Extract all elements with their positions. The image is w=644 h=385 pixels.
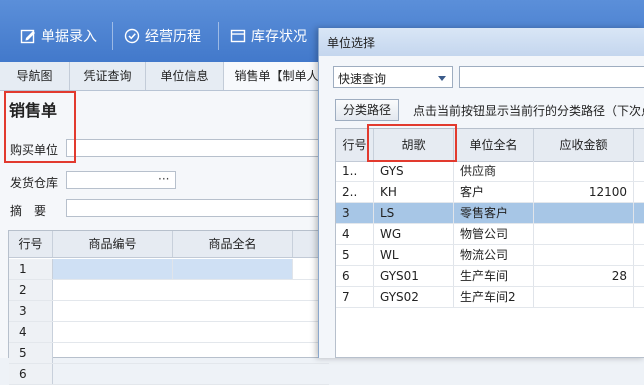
summary-label: 摘 要 xyxy=(10,204,47,218)
unit-name-cell: 零售客户 xyxy=(454,203,534,223)
search-input[interactable] xyxy=(459,66,644,88)
summary-field[interactable] xyxy=(66,199,330,217)
tab-voucher-query[interactable]: 凭证查询 xyxy=(70,62,146,90)
inventory-icon xyxy=(230,29,246,43)
unit-name-cell: 物管公司 xyxy=(454,224,534,244)
business-history-button[interactable]: 经营历程 xyxy=(124,24,201,48)
column-header-receivable[interactable]: 应收金额 xyxy=(534,129,634,161)
buyer-field[interactable] xyxy=(66,139,330,157)
product-grid: 行号 商品编号 商品全名 1 2 3 4 5 6 xyxy=(8,230,330,385)
unit-code-cell: WG xyxy=(374,224,454,244)
table-row[interactable]: 6 xyxy=(9,364,329,385)
table-row[interactable]: 1.. GYS 供应商 xyxy=(336,161,644,182)
unit-name-cell: 供应商 xyxy=(454,161,534,181)
toolbar-divider xyxy=(112,22,113,50)
column-header-product-code[interactable]: 商品编号 xyxy=(53,231,173,257)
row-number: 2.. xyxy=(336,182,374,202)
data-entry-button[interactable]: 单据录入 xyxy=(20,24,97,48)
receivable-cell xyxy=(534,224,634,244)
warehouse-label: 发货仓库 xyxy=(10,176,59,190)
tab-navigation[interactable]: 导航图 xyxy=(0,62,70,90)
table-row[interactable]: 4 WG 物管公司 xyxy=(336,224,644,245)
unit-grid: 行号 胡歌 单位全名 应收金额 1.. GYS 供应商 2.. KH 客户 12… xyxy=(335,128,644,358)
row-number: 1.. xyxy=(336,161,374,181)
receivable-cell xyxy=(534,161,634,181)
receivable-cell xyxy=(534,287,634,307)
inventory-status-label: 库存状况 xyxy=(251,29,307,45)
table-row[interactable]: 5 WL 物流公司 xyxy=(336,245,644,266)
row-number: 1 xyxy=(9,259,53,279)
tab-sales-order[interactable]: 销售单【制单人 xyxy=(224,62,330,90)
row-number: 5 xyxy=(336,245,374,265)
unit-select-dialog: 单位选择 快速查询 分类路径 点击当前按钮显示当前行的分类路径（下次点 行号 胡… xyxy=(318,28,644,358)
category-path-button[interactable]: 分类路径 xyxy=(335,99,399,121)
row-number: 4 xyxy=(336,224,374,244)
row-number: 3 xyxy=(336,203,374,223)
table-row[interactable]: 5 xyxy=(9,343,329,364)
table-row[interactable]: 2.. KH 客户 12100 xyxy=(336,182,644,203)
receivable-cell xyxy=(534,245,634,265)
row-number: 3 xyxy=(9,301,53,321)
unit-code-cell: WL xyxy=(374,245,454,265)
unit-code-cell: GYS01 xyxy=(374,266,454,286)
row-number: 6 xyxy=(336,266,374,286)
table-row[interactable]: 2 xyxy=(9,280,329,301)
table-row[interactable]: 7 GYS02 生产车间2 xyxy=(336,287,644,308)
table-row[interactable]: 4 xyxy=(9,322,329,343)
unit-code-cell: KH xyxy=(374,182,454,202)
product-name-cell[interactable] xyxy=(173,259,293,279)
row-number: 7 xyxy=(336,287,374,307)
unit-name-cell: 客户 xyxy=(454,182,534,202)
column-header-row-no[interactable]: 行号 xyxy=(9,231,53,257)
unit-name-cell: 生产车间 xyxy=(454,266,534,286)
dialog-title: 单位选择 xyxy=(327,36,376,50)
table-row[interactable]: 3 xyxy=(9,301,329,322)
toolbar-divider xyxy=(218,22,219,50)
warehouse-browse-button[interactable]: ··· xyxy=(158,172,169,186)
product-grid-header: 行号 商品编号 商品全名 xyxy=(9,231,329,258)
dialog-title-bar[interactable]: 单位选择 xyxy=(319,28,644,56)
row-number: 4 xyxy=(9,322,53,342)
table-row-selected[interactable]: 3 LS 零售客户 xyxy=(336,203,644,224)
category-path-hint: 点击当前按钮显示当前行的分类路径（下次点 xyxy=(413,104,644,118)
tab-unit-info[interactable]: 单位信息 xyxy=(146,62,224,90)
query-mode-value: 快速查询 xyxy=(338,72,387,86)
unit-name-cell: 生产车间2 xyxy=(454,287,534,307)
row-number: 2 xyxy=(9,280,53,300)
business-history-label: 经营历程 xyxy=(145,29,201,45)
annotation-highlight-box xyxy=(4,91,76,163)
annotation-highlight-box xyxy=(367,124,457,162)
table-row[interactable]: 1 xyxy=(9,259,329,280)
unit-code-cell: LS xyxy=(374,203,454,223)
table-row[interactable]: 6 GYS01 生产车间 28 xyxy=(336,266,644,287)
row-number: 6 xyxy=(9,364,53,384)
product-code-cell[interactable] xyxy=(53,259,173,279)
unit-name-cell: 物流公司 xyxy=(454,245,534,265)
receivable-cell xyxy=(534,203,634,223)
column-header-product-name[interactable]: 商品全名 xyxy=(173,231,293,257)
receivable-cell: 28 xyxy=(534,266,634,286)
query-mode-select[interactable]: 快速查询 xyxy=(333,66,453,88)
edit-icon xyxy=(20,29,35,44)
row-number: 5 xyxy=(9,343,53,363)
column-header-unit-name[interactable]: 单位全名 xyxy=(454,129,534,161)
receivable-cell: 12100 xyxy=(534,182,634,202)
unit-code-cell: GYS02 xyxy=(374,287,454,307)
history-icon xyxy=(124,28,140,44)
inventory-status-button[interactable]: 库存状况 xyxy=(230,24,307,48)
data-entry-label: 单据录入 xyxy=(41,29,97,45)
chevron-down-icon xyxy=(438,76,446,81)
unit-code-cell: GYS xyxy=(374,161,454,181)
